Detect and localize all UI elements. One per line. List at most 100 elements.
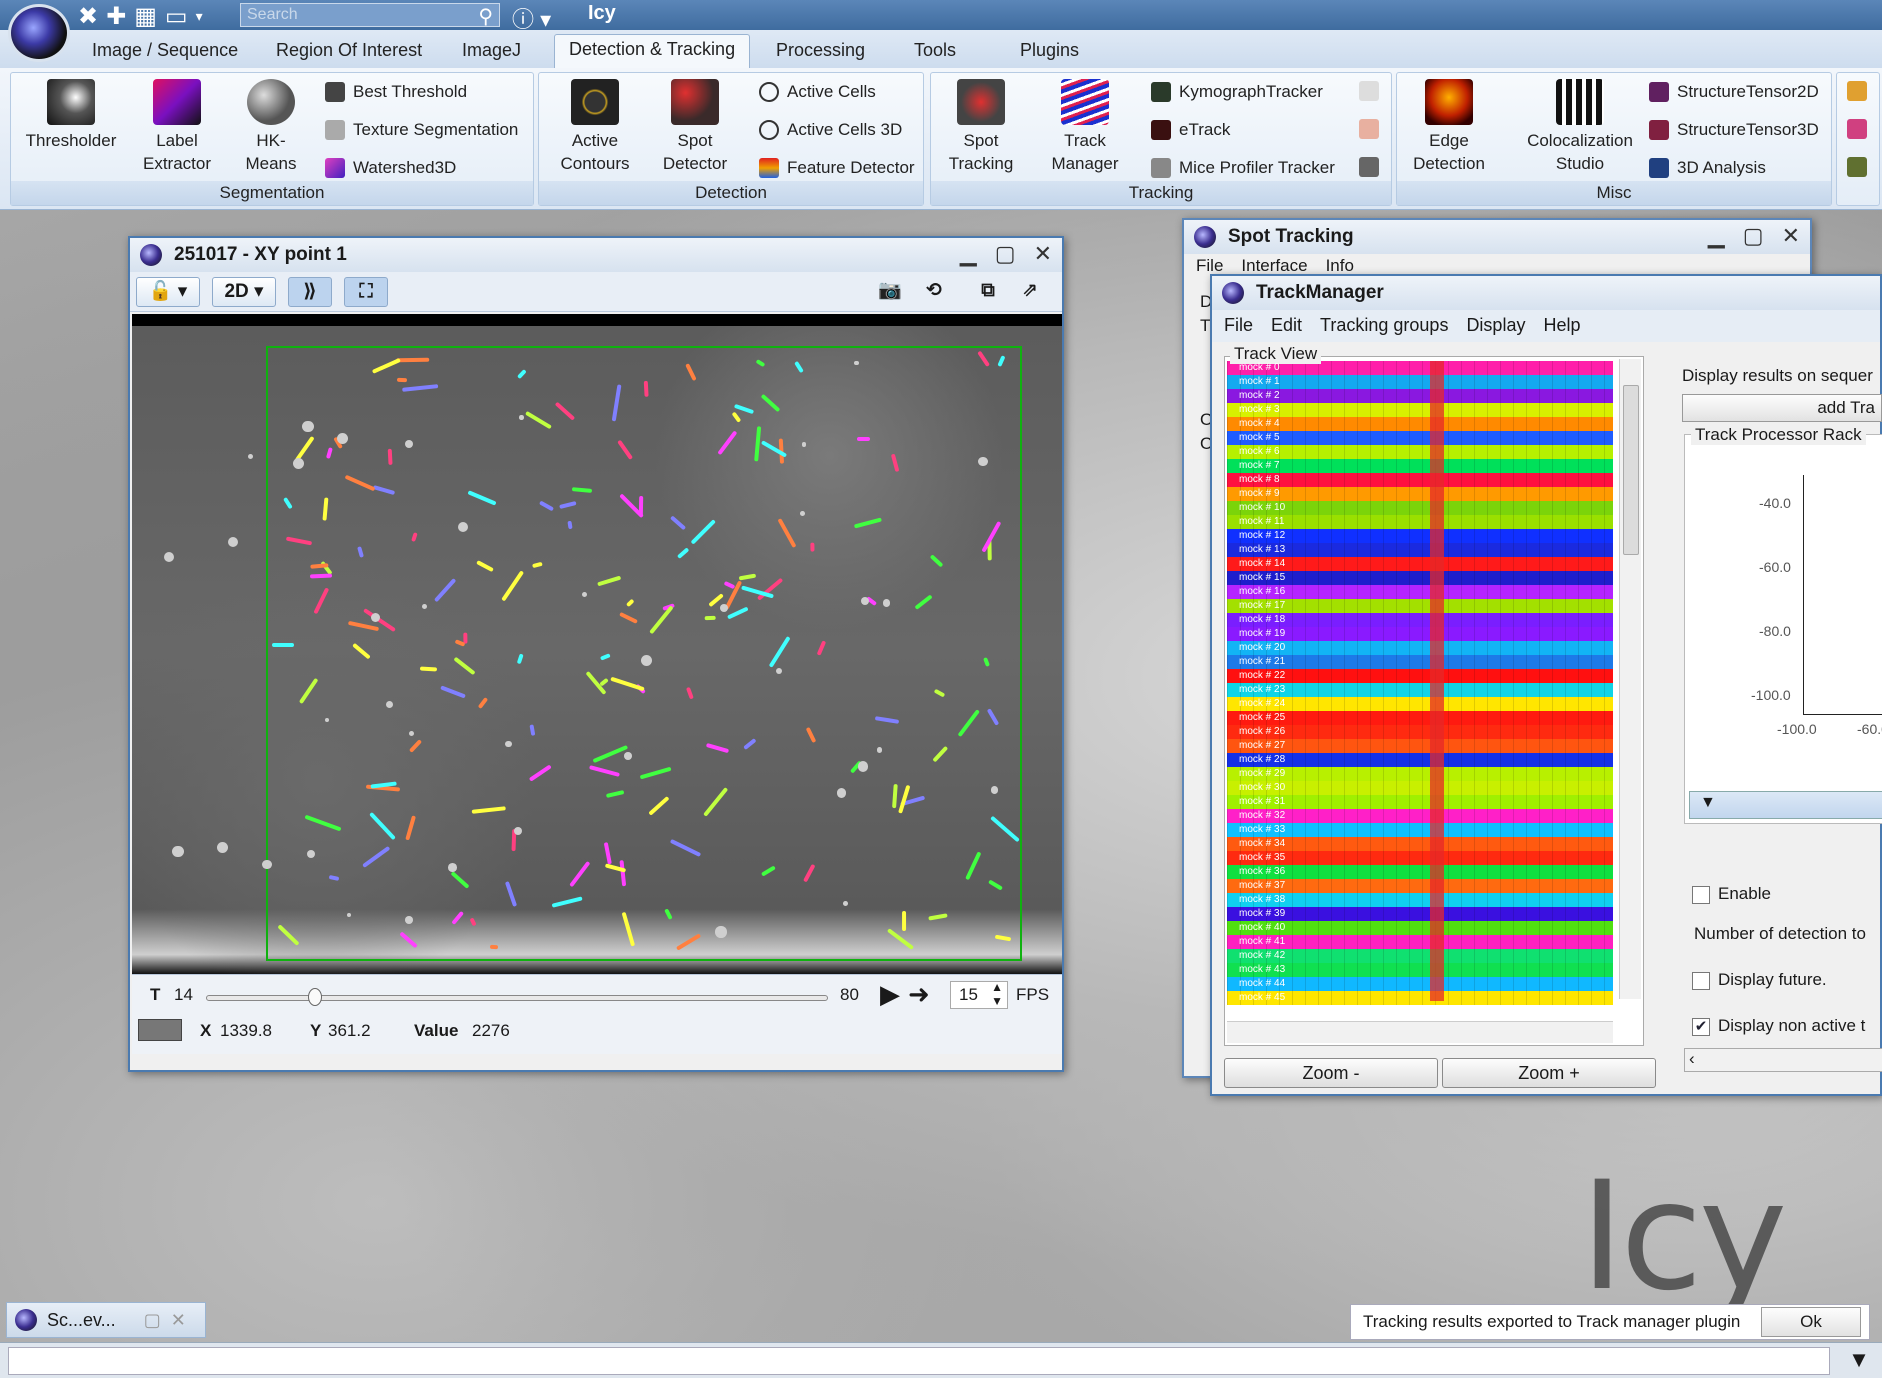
detach-icon[interactable]: ⇗ [1010,277,1050,307]
window-icon[interactable]: ▭ [165,2,188,31]
track-row[interactable]: mock # 4 [1227,417,1613,431]
roi-rectangle[interactable] [266,346,1022,961]
menu-file[interactable]: File [1196,256,1223,276]
display-non-active-checkbox[interactable]: ✔ Display non active t [1692,1016,1865,1036]
structure-tensor-2d-button[interactable]: StructureTensor2D [1649,79,1819,105]
track-row[interactable]: mock # 29 [1227,767,1613,781]
fps-spinner[interactable]: 15 ▲ ▼ [950,980,1008,1009]
track-row[interactable]: mock # 31 [1227,795,1613,809]
thresholder-button[interactable]: Thresholder [21,79,121,152]
tools-icon[interactable]: ✖ [78,2,98,31]
maximize-icon[interactable]: ▢ [995,241,1016,267]
menu-tracking-groups[interactable]: Tracking groups [1320,315,1448,337]
ok-button[interactable]: Ok [1761,1307,1861,1337]
tab-detection-tracking[interactable]: Detection & Tracking [554,34,751,68]
active-contours-button[interactable]: Active Contours [545,79,645,175]
watershed3d-button[interactable]: Watershed3D [325,155,456,181]
rack-horizontal-scrollbar[interactable]: ‹ [1684,1048,1882,1072]
minimize-icon[interactable]: ▁ [1708,223,1725,249]
track-row[interactable]: mock # 9 [1227,487,1613,501]
vertical-scroll-thumb[interactable] [1623,385,1639,555]
track-row[interactable]: mock # 44 [1227,977,1613,991]
minimize-icon[interactable]: ▁ [960,241,977,267]
sync-button[interactable]: ⟫ [288,277,332,307]
track-row[interactable]: mock # 2 [1227,389,1613,403]
duplicate-icon[interactable]: ⧉ [968,277,1008,307]
track-row[interactable]: mock # 19 [1227,627,1613,641]
track-row[interactable]: mock # 1 [1227,375,1613,389]
track-row[interactable]: mock # 15 [1227,571,1613,585]
layout-icon[interactable]: ▦ [134,2,157,31]
menu-edit[interactable]: Edit [1271,315,1302,337]
play-icon[interactable]: ▶ [880,979,900,1010]
menu-file[interactable]: File [1224,315,1253,337]
menu-info[interactable]: Info [1326,256,1354,276]
track-row[interactable]: mock # 23 [1227,683,1613,697]
track-row[interactable]: mock # 42 [1227,949,1613,963]
menu-interface[interactable]: Interface [1241,256,1307,276]
track-row[interactable]: mock # 3 [1227,403,1613,417]
tab-imagej[interactable]: ImageJ [448,36,535,65]
active-cells-3d-button[interactable]: Active Cells 3D [759,117,902,143]
track-row[interactable]: mock # 22 [1227,669,1613,683]
tracking-extra-icon-2[interactable] [1359,119,1379,139]
track-row[interactable]: mock # 40 [1227,921,1613,935]
track-row[interactable]: mock # 28 [1227,753,1613,767]
track-row[interactable]: mock # 13 [1227,543,1613,557]
edge-detection-button[interactable]: Edge Detection [1399,79,1499,175]
track-row[interactable]: mock # 18 [1227,613,1613,627]
label-extractor-button[interactable]: Label Extractor [127,79,227,175]
kymograph-tracker-button[interactable]: KymographTracker [1151,79,1323,105]
spot-tracking-title-bar[interactable]: Spot Tracking ▁ ▢ ✕ [1184,220,1810,254]
texture-segmentation-button[interactable]: Texture Segmentation [325,117,518,143]
track-row[interactable]: mock # 24 [1227,697,1613,711]
display-future-checkbox[interactable]: Display future. [1692,970,1827,990]
close-icon[interactable]: ✕ [1782,223,1800,249]
zoom-in-button[interactable]: Zoom + [1442,1058,1656,1088]
menu-display[interactable]: Display [1466,315,1525,337]
close-icon[interactable]: ✕ [171,1310,186,1331]
track-row[interactable]: mock # 8 [1227,473,1613,487]
command-input[interactable] [8,1347,1830,1375]
track-row[interactable]: mock # 21 [1227,655,1613,669]
mice-profiler-button[interactable]: Mice Profiler Tracker [1151,155,1335,181]
track-row[interactable]: mock # 20 [1227,641,1613,655]
checkmark-icon[interactable]: ✔ [1692,1017,1710,1036]
track-view-vertical-scrollbar[interactable] [1619,359,1641,999]
track-manager-title-bar[interactable]: TrackManager [1212,276,1880,310]
3d-analysis-button[interactable]: 3D Analysis [1649,155,1766,181]
colocalization-studio-button[interactable]: Colocalization Studio [1515,79,1645,175]
tab-plugins[interactable]: Plugins [1006,36,1093,65]
enable-checkbox[interactable]: Enable [1692,884,1771,904]
minimized-window[interactable]: Sc...ev... ▢ ✕ [6,1302,206,1338]
track-row[interactable]: mock # 16 [1227,585,1613,599]
enable-checkbox-box[interactable] [1692,885,1710,904]
track-row[interactable]: mock # 27 [1227,739,1613,753]
triangle-down-icon[interactable]: ▼ [1700,794,1716,812]
track-row[interactable]: mock # 43 [1227,963,1613,977]
track-row[interactable]: mock # 26 [1227,725,1613,739]
track-row[interactable]: mock # 10 [1227,501,1613,515]
view-mode-dropdown[interactable]: 2D ▾ [212,277,276,307]
track-row[interactable]: mock # 11 [1227,515,1613,529]
hk-means-button[interactable]: HK- Means [221,79,321,175]
track-row[interactable]: mock # 30 [1227,781,1613,795]
viewer-title-bar[interactable]: 251017 - XY point 1 ▁ ▢ ✕ [130,238,1062,272]
search-icon[interactable]: ⚲ [478,4,493,29]
icy-logo-button[interactable] [8,4,70,62]
time-slider-track[interactable] [206,995,828,1001]
zoom-out-button[interactable]: Zoom - [1224,1058,1438,1088]
track-row[interactable]: mock # 45 [1227,991,1613,1005]
tab-region-of-interest[interactable]: Region Of Interest [262,36,436,65]
spot-detector-button[interactable]: Spot Detector [645,79,745,175]
tab-processing[interactable]: Processing [762,36,879,65]
chevron-left-icon[interactable]: ‹ [1689,1049,1695,1069]
track-row[interactable]: mock # 17 [1227,599,1613,613]
track-view-horizontal-scrollbar[interactable] [1227,1021,1613,1043]
track-row[interactable]: mock # 14 [1227,557,1613,571]
track-row[interactable]: mock # 35 [1227,851,1613,865]
track-row[interactable]: mock # 34 [1227,837,1613,851]
tracking-extra-icon-1[interactable] [1359,81,1379,101]
tracking-extra-icon-3[interactable] [1359,157,1379,177]
spot-tracking-button[interactable]: Spot Tracking [931,79,1031,175]
